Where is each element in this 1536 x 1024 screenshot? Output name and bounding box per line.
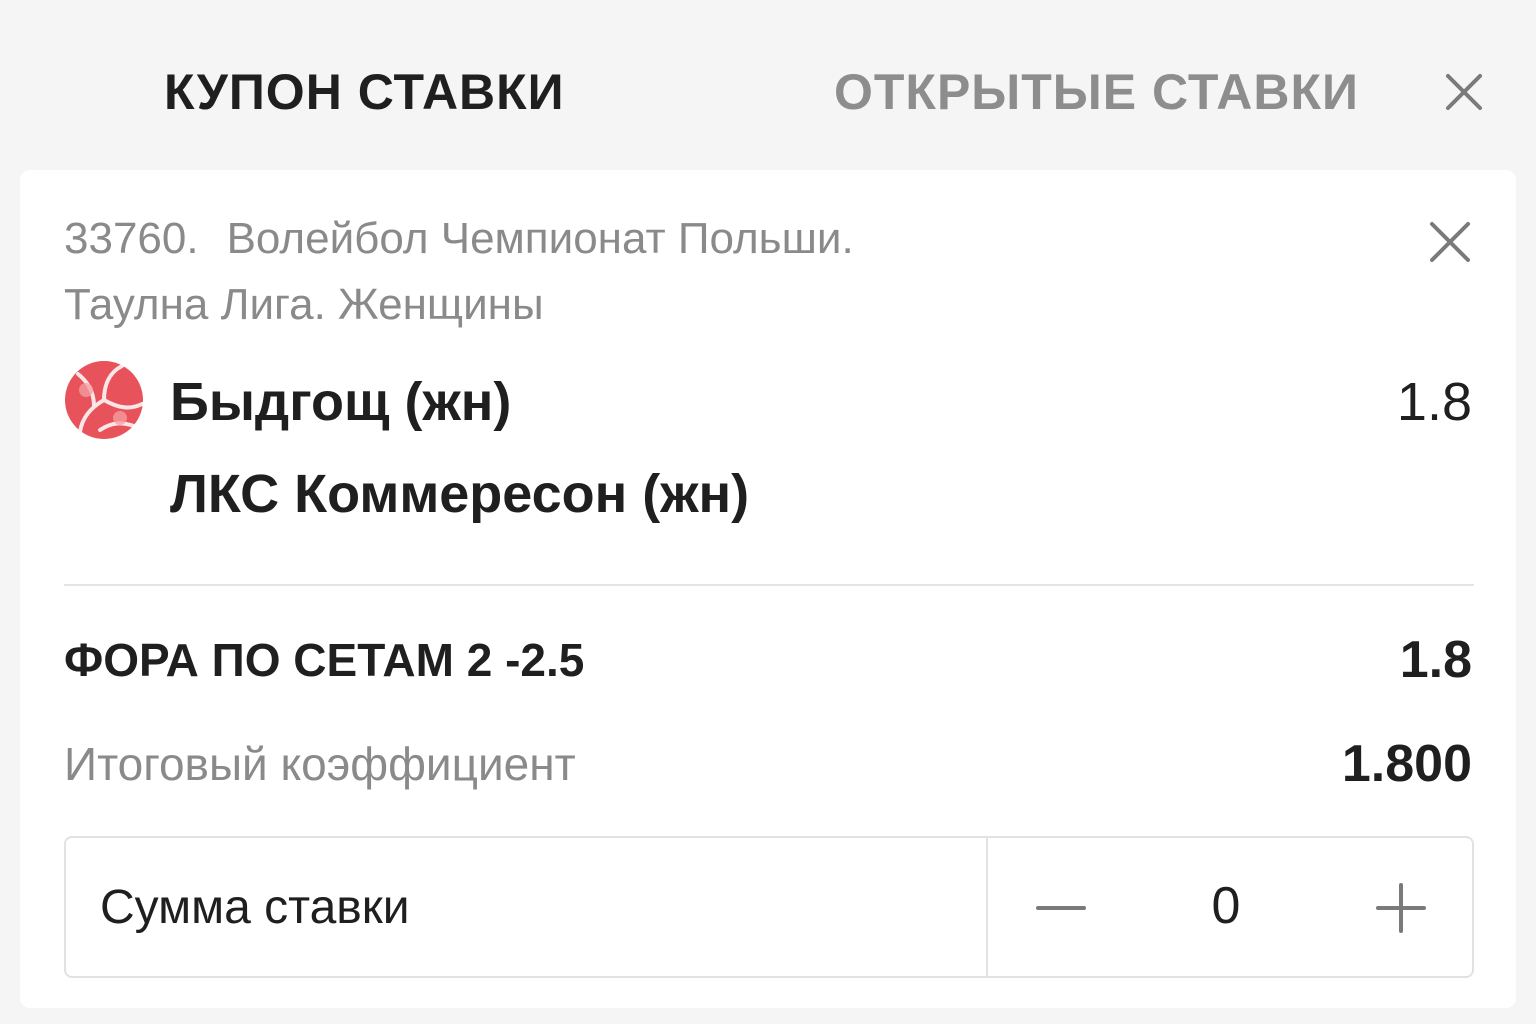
event-league: Таулна Лига. Женщины (64, 280, 544, 329)
close-icon (1430, 222, 1470, 262)
tab-bet-coupon[interactable]: КУПОН СТАВКИ (164, 62, 565, 122)
market-odds: 1.8 (1399, 631, 1472, 689)
bet-slip-tabs: КУПОН СТАВКИ ОТКРЫТЫЕ СТАВКИ (0, 0, 1536, 170)
plus-icon (1376, 883, 1426, 933)
total-odds-value: 1.800 (1341, 735, 1472, 793)
close-bet-slip-button[interactable] (1442, 70, 1486, 114)
tab-open-bets[interactable]: ОТКРЫТЫЕ СТАВКИ (834, 62, 1359, 122)
divider (64, 584, 1474, 586)
event-title: 33760. Волейбол Чемпионат Польши. Таулна … (64, 206, 1064, 338)
team-away: ЛКС Коммересон (жн) (170, 464, 750, 524)
event-tournament: Волейбол Чемпионат Польши. (226, 214, 854, 263)
volleyball-icon (65, 361, 144, 439)
stake-label: Сумма ставки (100, 881, 410, 934)
stake-separator (986, 838, 988, 976)
close-icon (1446, 74, 1482, 110)
event-odds: 1.8 (1396, 372, 1472, 432)
bet-card: 33760. Волейбол Чемпионат Польши. Таулна … (20, 170, 1516, 1008)
increase-stake-button[interactable] (1366, 872, 1436, 942)
stake-amount[interactable]: 0 (1166, 876, 1286, 936)
decrease-stake-button[interactable] (1026, 872, 1096, 942)
remove-bet-button[interactable] (1428, 220, 1472, 264)
event-number: 33760. (64, 214, 199, 263)
minus-icon (1036, 906, 1086, 910)
market-name: ФОРА ПО СЕТАМ 2 -2.5 (64, 634, 585, 686)
team-home: Быдгощ (жн) (170, 372, 512, 432)
total-odds-label: Итоговый коэффициент (64, 738, 576, 790)
stake-input-box[interactable]: Сумма ставки 0 (64, 836, 1474, 978)
